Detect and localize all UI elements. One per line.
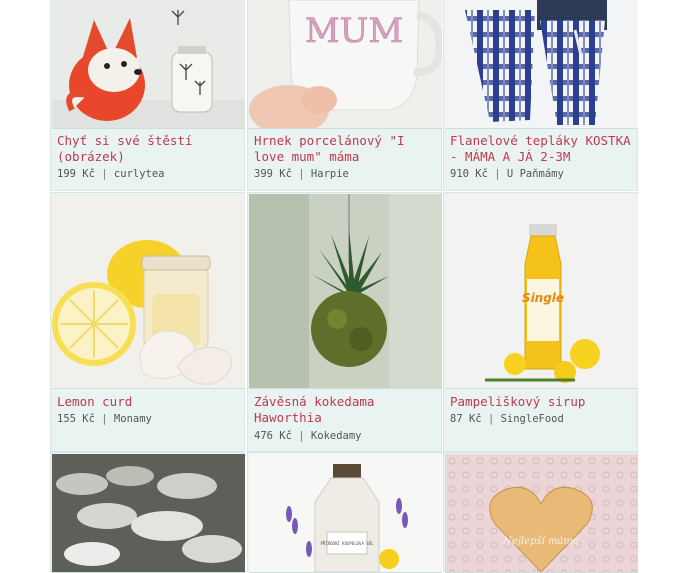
product-price: 155 Kč [57, 413, 95, 425]
meta-separator: | [101, 413, 108, 425]
heart-cookie-image[interactable]: Nejlepší máma [445, 454, 638, 573]
product-title[interactable]: Lemon curd [57, 394, 242, 410]
product-seller[interactable]: Monamy [114, 413, 152, 425]
product-seller[interactable]: SingleFood [501, 413, 564, 425]
product-card[interactable]: PŘÍRODNÍ KOUPELOVÁ SŮL [247, 452, 442, 573]
tins-image[interactable] [52, 454, 245, 573]
product-card[interactable]: MUM Hrnek porcelánový "I love mum" máma … [247, 0, 442, 191]
product-price: 476 Kč [254, 430, 292, 442]
heart-cookie-label: Nejlepší máma [502, 536, 579, 547]
svg-text:MUM: MUM [305, 11, 403, 51]
bath-salt-image[interactable]: PŘÍRODNÍ KOUPELOVÁ SŮL [249, 454, 442, 573]
product-meta: 910 Kč | U Paňmámy [450, 168, 635, 181]
kokedama-image[interactable] [249, 194, 442, 389]
mum-mug-image[interactable]: MUM [249, 0, 442, 129]
product-card[interactable]: Lemon curd 155 Kč | Monamy [50, 192, 245, 452]
bath-salt-label: PŘÍRODNÍ KOUPELOVÁ SŮL [321, 541, 375, 546]
product-title[interactable]: Flanelové tepláky KOSTKA - MÁMA A JÁ 2-3… [450, 133, 635, 165]
product-title[interactable]: Pampeliškový sirup [450, 394, 635, 410]
product-card[interactable]: Závěsná kokedama Haworthia 476 Kč | Koke… [247, 192, 442, 452]
product-price: 199 Kč [57, 168, 95, 180]
meta-separator: | [487, 413, 495, 425]
product-card[interactable]: Flanelové tepláky KOSTKA - MÁMA A JÁ 2-3… [443, 0, 638, 191]
product-card[interactable]: Chyť si své štěstí (obrázek) 199 Kč | cu… [50, 0, 245, 191]
product-seller[interactable]: U Paňmámy [507, 168, 564, 180]
meta-separator: | [101, 168, 108, 180]
product-meta: 199 Kč | curlytea [57, 168, 242, 181]
product-card[interactable]: Single Pampeliškový sirup 87 Kč | Single… [443, 192, 638, 452]
product-seller[interactable]: curlytea [114, 168, 165, 180]
product-title[interactable]: Závěsná kokedama Haworthia [254, 394, 439, 426]
product-title[interactable]: Chyť si své štěstí (obrázek) [57, 133, 242, 165]
meta-separator: | [298, 430, 305, 442]
fox-illustration-image[interactable] [52, 0, 245, 129]
product-meta: 155 Kč | Monamy [57, 413, 242, 426]
product-title[interactable]: Hrnek porcelánový "I love mum" máma [254, 133, 439, 165]
product-card[interactable] [50, 452, 245, 573]
product-card[interactable]: Nejlepší máma [443, 452, 638, 573]
meta-separator: | [298, 168, 305, 180]
product-seller[interactable]: Harpie [311, 168, 349, 180]
svg-text:Single: Single [522, 291, 564, 305]
product-price: 910 Kč [450, 168, 488, 180]
lemon-jar-image[interactable] [52, 194, 245, 389]
product-price: 87 Kč [450, 413, 482, 425]
product-meta: 476 Kč | Kokedamy [254, 430, 439, 443]
product-seller[interactable]: Kokedamy [311, 430, 362, 442]
product-meta: 399 Kč | Harpie [254, 168, 439, 181]
product-meta: 87 Kč | SingleFood [450, 413, 635, 426]
plaid-pants-image[interactable] [445, 0, 638, 129]
product-price: 399 Kč [254, 168, 292, 180]
meta-separator: | [494, 168, 501, 180]
dandelion-syrup-image[interactable]: Single [445, 194, 638, 389]
